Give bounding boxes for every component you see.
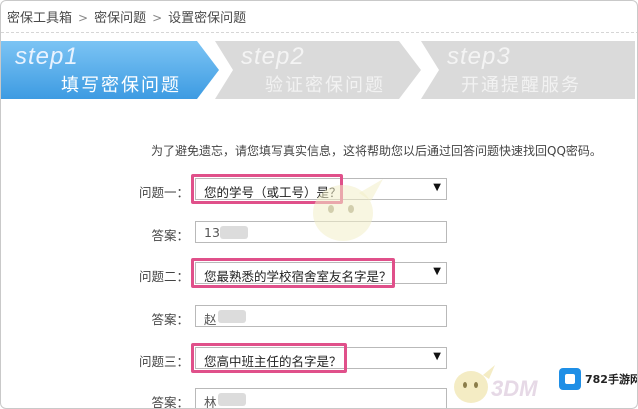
site-logo-icon [559, 368, 581, 390]
site-logo-text: 782手游网 [585, 373, 638, 386]
step-1: step1 填写密保问题 [1, 41, 219, 99]
answer-1-label: 答案： [151, 228, 189, 243]
step-2-title: 验证密保问题 [265, 75, 385, 96]
answer-1-value: 13 [204, 225, 220, 240]
question-2-label: 问题二： [138, 269, 189, 284]
mascot-small-watermark [454, 365, 495, 403]
site-badge: 782手游网 [556, 365, 638, 393]
breadcrumb-item-current: 设置密保问题 [168, 11, 247, 26]
question-3-highlight [191, 343, 347, 373]
chevron-right-icon: > [78, 11, 89, 25]
answer-2-value: 赵 [204, 312, 217, 327]
form-intro: 为了避免遗忘，请您填写真实信息，这将帮助您以后通过回答问题快速找回QQ密码。 [151, 144, 602, 158]
breadcrumb-item-toolbox[interactable]: 密保工具箱 [7, 7, 72, 26]
brand-watermark: 3DM [491, 376, 538, 401]
answer-3-mask [218, 393, 246, 406]
step-3: step3 开通提醒服务 [421, 41, 635, 99]
step-1-title: 填写密保问题 [61, 75, 181, 96]
divider [1, 32, 637, 33]
breadcrumb: 密保工具箱 > 密保问题 > 设置密保问题 [7, 7, 246, 26]
answer-2-input[interactable]: 赵 [195, 305, 447, 327]
answer-3-label: 答案： [151, 395, 189, 409]
answer-3-input[interactable]: 林 [195, 388, 447, 409]
mascot-watermark [313, 179, 383, 241]
question-2-highlight [191, 258, 395, 288]
step-2: step2 验证密保问题 [215, 41, 421, 99]
answer-1-mask [220, 226, 248, 239]
dropdown-arrow-icon: ▼ [433, 182, 441, 193]
step-1-number: step1 [15, 43, 79, 70]
answer-3-value: 林 [204, 395, 217, 409]
step-3-number: step3 [447, 43, 511, 70]
question-1-label: 问题一： [138, 185, 189, 200]
page-frame: 密保工具箱 > 密保问题 > 设置密保问题 step1 填写密保问题 step2 验证 [0, 0, 638, 409]
step-indicator: step1 填写密保问题 step2 验证密保问题 step3 开通提醒服务 [1, 41, 637, 101]
breadcrumb-item-questions[interactable]: 密保问题 [94, 7, 146, 26]
dropdown-arrow-icon: ▼ [433, 266, 441, 277]
step-2-number: step2 [241, 43, 305, 70]
chevron-right-icon: > [152, 11, 163, 25]
answer-2-label: 答案： [151, 312, 189, 327]
question-3-label: 问题三： [138, 354, 189, 369]
dropdown-arrow-icon: ▼ [433, 351, 441, 362]
step-3-title: 开通提醒服务 [461, 75, 581, 96]
answer-2-mask [218, 310, 246, 323]
